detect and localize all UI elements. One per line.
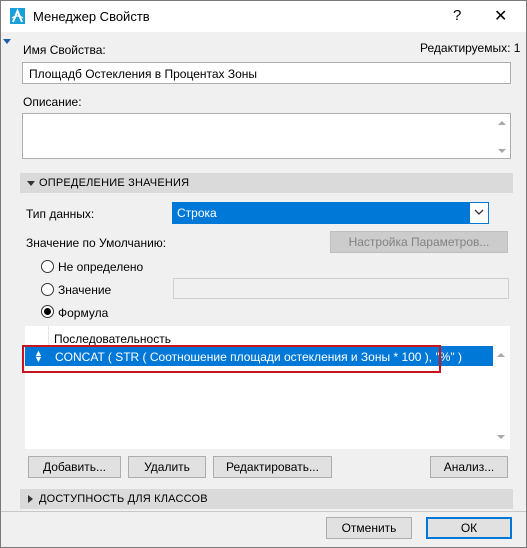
property-name-label: Имя Свойства: [23,43,106,57]
footer-divider [1,511,526,512]
help-button[interactable]: ? [453,7,461,24]
scroll-down-icon[interactable] [498,149,506,153]
property-name-value: Площадб Остекления в Процентах Зоны [29,67,258,81]
data-type-select[interactable]: Строка [172,202,489,224]
value-input[interactable] [173,278,509,299]
description-scrollbar[interactable] [494,114,510,158]
scroll-up-icon[interactable] [498,121,506,125]
collapse-arrow-icon[interactable] [3,39,11,44]
title-bar[interactable]: Менеджер Свойств ? ✕ [1,1,526,32]
list-scrollbar[interactable] [493,326,510,449]
expand-triangle-icon [27,181,35,186]
ok-button[interactable]: ОК [426,517,512,539]
data-type-label: Тип данных: [26,207,95,221]
delete-button[interactable]: Удалить [128,456,206,478]
window-title: Менеджер Свойств [33,9,150,24]
settings-button[interactable]: Настройка Параметров... [330,231,508,253]
radio-value-label[interactable]: Значение [58,283,111,297]
cancel-button[interactable]: Отменить [326,517,412,539]
property-manager-dialog: Менеджер Свойств ? ✕ Имя Свойства: Редак… [0,0,527,548]
scroll-down-icon[interactable] [497,435,505,439]
availability-title: ДОСТУПНОСТЬ ДЛЯ КЛАССОВ [39,493,208,505]
radio-formula-label[interactable]: Формула [58,306,108,320]
value-definition-header[interactable]: ОПРЕДЕЛЕНИЕ ЗНАЧЕНИЯ [20,173,513,193]
list-grip-column [25,326,49,345]
availability-header[interactable]: ДОСТУПНОСТЬ ДЛЯ КЛАССОВ [20,489,513,509]
close-button[interactable]: ✕ [494,6,507,26]
archicad-icon [10,8,25,24]
value-definition-title: ОПРЕДЕЛЕНИЕ ЗНАЧЕНИЯ [39,177,190,189]
radio-formula[interactable] [41,305,54,318]
highlight-outline [22,345,441,373]
list-header: Последовательность [54,332,171,346]
data-type-value: Строка [177,206,217,220]
scroll-up-icon[interactable] [497,353,505,357]
editable-count: Редактируемых: 1 [420,41,521,55]
analyze-button[interactable]: Анализ... [430,456,508,478]
add-button[interactable]: Добавить... [28,456,121,478]
edit-button[interactable]: Редактировать... [213,456,332,478]
default-value-label: Значение по Умолчанию: [26,236,167,250]
radio-undefined-label[interactable]: Не определено [58,260,143,274]
chevron-down-icon [474,209,484,215]
radio-undefined[interactable] [41,260,54,273]
radio-selected-dot [44,308,51,315]
description-label: Описание: [23,95,82,109]
radio-value[interactable] [41,283,54,296]
data-type-dropdown-button[interactable] [470,203,488,223]
description-input[interactable] [22,113,511,159]
property-name-input[interactable]: Площадб Остекления в Процентах Зоны [22,62,511,84]
collapse-triangle-icon [28,495,33,503]
